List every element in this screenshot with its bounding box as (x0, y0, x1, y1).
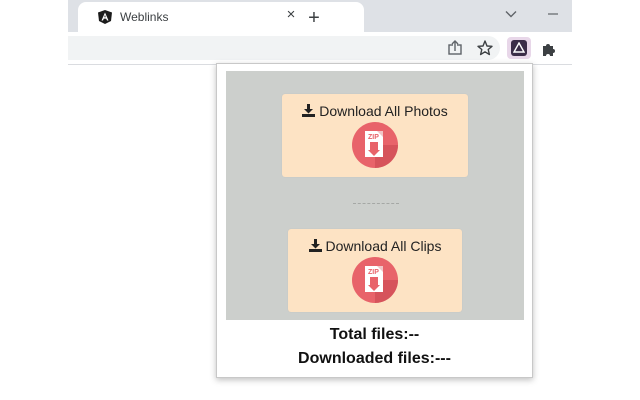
divider (353, 203, 399, 204)
zip-file-icon: ZIP (352, 122, 398, 168)
zip-file-icon: ZIP (352, 257, 398, 303)
download-icon (308, 239, 322, 252)
downloaded-files-label: Downloaded files: (298, 350, 435, 367)
download-all-clips-label-row: Download All Clips (288, 238, 462, 254)
browser-tab[interactable]: Weblinks × + (78, 2, 364, 32)
star-icon[interactable] (476, 39, 494, 57)
download-all-clips-label: Download All Clips (325, 238, 442, 254)
address-bar[interactable] (68, 36, 500, 60)
download-all-photos-label-row: Download All Photos (282, 103, 468, 119)
puzzle-icon[interactable] (540, 39, 558, 57)
downloaded-files-value: --- (434, 350, 451, 367)
total-files-value: -- (408, 326, 420, 343)
downloaded-files-status: Downloaded files:--- (217, 350, 532, 368)
minimize-icon[interactable] (546, 4, 560, 18)
browser-toolbar (68, 32, 572, 65)
download-all-photos-button[interactable]: Download All Photos ZIP (282, 94, 468, 177)
chevron-down-icon[interactable] (504, 7, 518, 21)
svg-text:ZIP: ZIP (368, 134, 379, 141)
download-panel: Download All Photos ZIP Download All Cli… (226, 71, 524, 320)
share-icon[interactable] (446, 39, 464, 57)
tab-title: Weblinks (120, 10, 169, 24)
download-all-photos-label: Download All Photos (319, 103, 448, 119)
tab-strip: Weblinks × + (68, 0, 572, 32)
total-files-label: Total files: (329, 326, 409, 343)
download-icon (302, 104, 316, 117)
plus-icon[interactable]: + (304, 8, 324, 28)
extension-glyph-icon (513, 42, 525, 53)
angular-icon (98, 10, 112, 24)
download-all-clips-button[interactable]: Download All Clips ZIP (288, 229, 462, 312)
extension-popup: Download All Photos ZIP Download All Cli… (216, 63, 533, 378)
total-files-status: Total files:-- (217, 326, 532, 344)
close-icon[interactable]: × (284, 7, 298, 22)
extension-icon[interactable] (507, 37, 531, 59)
svg-text:ZIP: ZIP (368, 269, 379, 276)
